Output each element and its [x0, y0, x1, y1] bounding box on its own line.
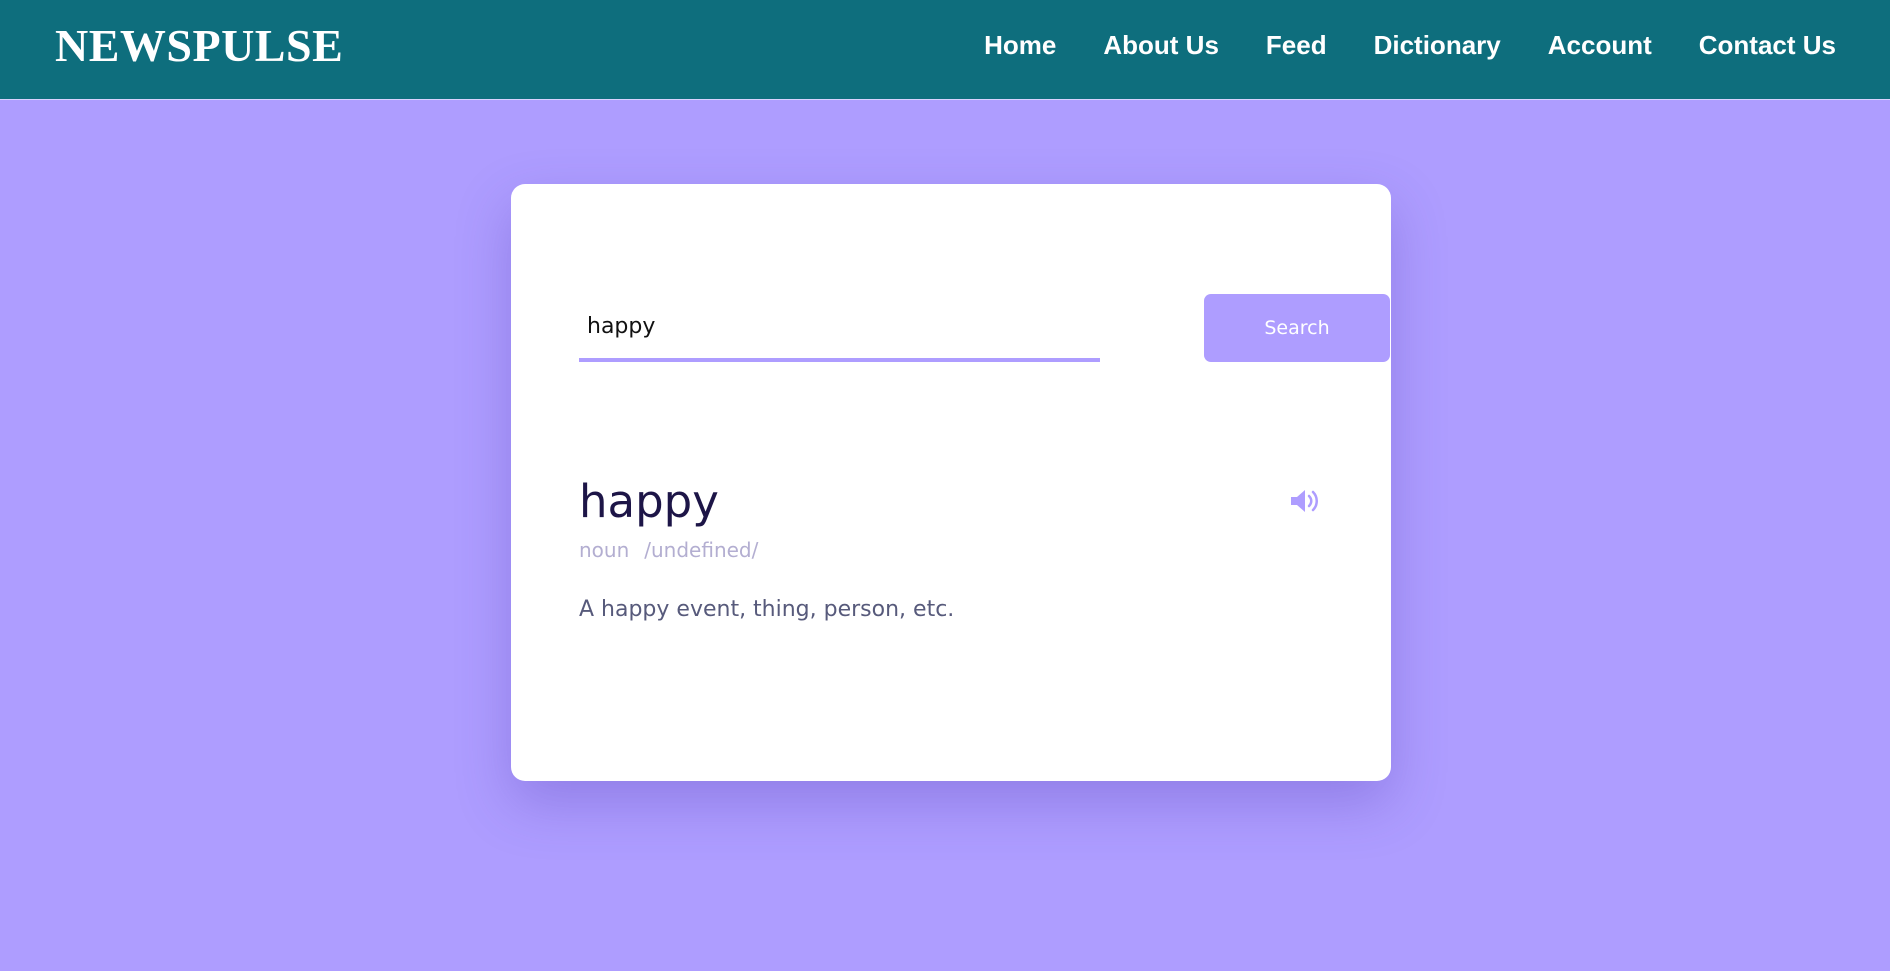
speaker-icon [1291, 490, 1318, 512]
search-row: Search [579, 294, 1390, 362]
phonetic: /undefined/ [644, 538, 759, 562]
part-of-speech: noun [579, 538, 630, 562]
speaker-icon[interactable] [1289, 487, 1323, 515]
nav-home[interactable]: Home [984, 28, 1056, 62]
brand-logo[interactable]: NEWSPULSE [55, 18, 343, 74]
top-navigation-bar: NEWSPULSE Home About Us Feed Dictionary … [0, 0, 1890, 100]
result-word: happy [579, 475, 719, 528]
definition-result: happy noun /undefined/ A happy event, th… [579, 474, 1323, 625]
search-input[interactable] [579, 294, 1100, 362]
search-button[interactable]: Search [1204, 294, 1390, 362]
nav-contact-us[interactable]: Contact Us [1699, 28, 1836, 62]
nav-about-us[interactable]: About Us [1103, 28, 1219, 62]
word-meta: noun /undefined/ [579, 538, 1323, 562]
definition-text: A happy event, thing, person, etc. [579, 597, 955, 622]
nav-account[interactable]: Account [1548, 28, 1652, 62]
nav-dictionary[interactable]: Dictionary [1374, 28, 1501, 62]
nav-feed[interactable]: Feed [1266, 28, 1327, 62]
dictionary-card: Search happy noun /undefined/ A happy ev… [511, 184, 1391, 781]
main-navigation: Home About Us Feed Dictionary Account Co… [984, 28, 1836, 62]
